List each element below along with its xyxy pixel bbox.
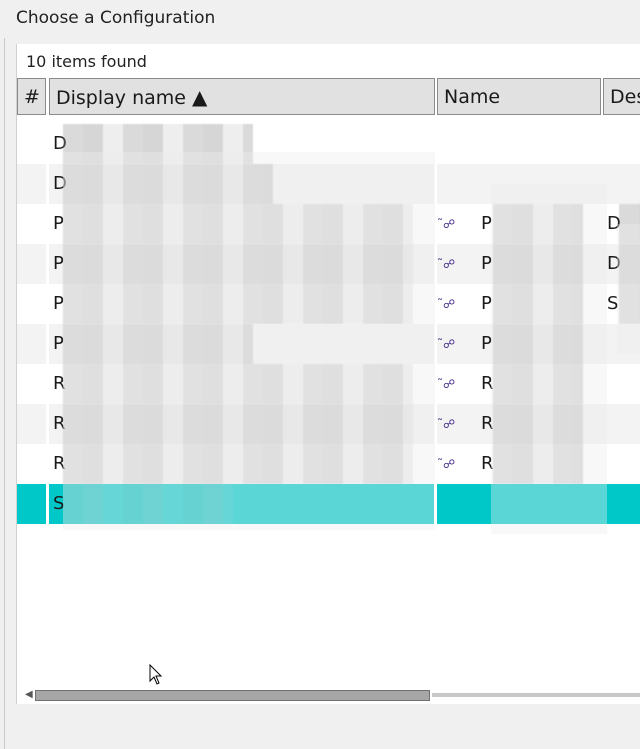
column-header-label: Des [610,86,640,108]
redaction-overlay [617,224,640,354]
row-number-cell [17,364,46,404]
redaction-overlay [63,152,435,530]
column-header-number[interactable]: # [17,78,46,115]
row-name-cell [437,124,640,164]
row-number-cell [17,124,46,164]
scrollbar-thumb[interactable] [35,690,430,701]
row-number-cell [17,244,46,284]
configuration-list: 10 items found # Display name▲ Name Des … [16,44,640,704]
column-header-display-name[interactable]: Display name ▲ [49,78,435,115]
column-header-description[interactable]: Des [603,78,640,115]
relationship-link-icon: ˜☍ [437,337,456,351]
relationship-link-icon: ˜☍ [437,217,456,231]
column-header-label: Name [444,86,501,108]
items-found-label: 10 items found [26,52,147,71]
relationship-link-icon: ˜☍ [437,377,456,391]
row-number-cell [17,284,46,324]
row-number-cell [17,404,46,444]
scrollbar-track[interactable] [432,693,640,697]
relationship-link-icon: ˜☍ [437,297,456,311]
redaction-overlay [491,184,607,534]
row-number-cell [17,444,46,484]
list-header: # Display name▲ Name Des [17,78,640,116]
mouse-pointer-icon [149,664,163,685]
column-header-label: # [24,86,40,108]
column-header-name[interactable]: Name [437,78,601,115]
row-number-cell [17,204,46,244]
row-number-cell [17,484,46,524]
row-number-cell [17,164,46,204]
relationship-link-icon: ˜☍ [437,457,456,471]
relationship-link-icon: ˜☍ [437,257,456,271]
scroll-left-icon[interactable]: ◀ [25,689,33,700]
horizontal-scrollbar[interactable]: ◀ [25,688,640,702]
relationship-link-icon: ˜☍ [437,417,456,431]
dialog-title: Choose a Configuration [0,0,640,38]
sort-ascending-icon: ▲ [191,85,208,109]
column-header-label: Display name [56,87,186,109]
row-number-cell [17,324,46,364]
